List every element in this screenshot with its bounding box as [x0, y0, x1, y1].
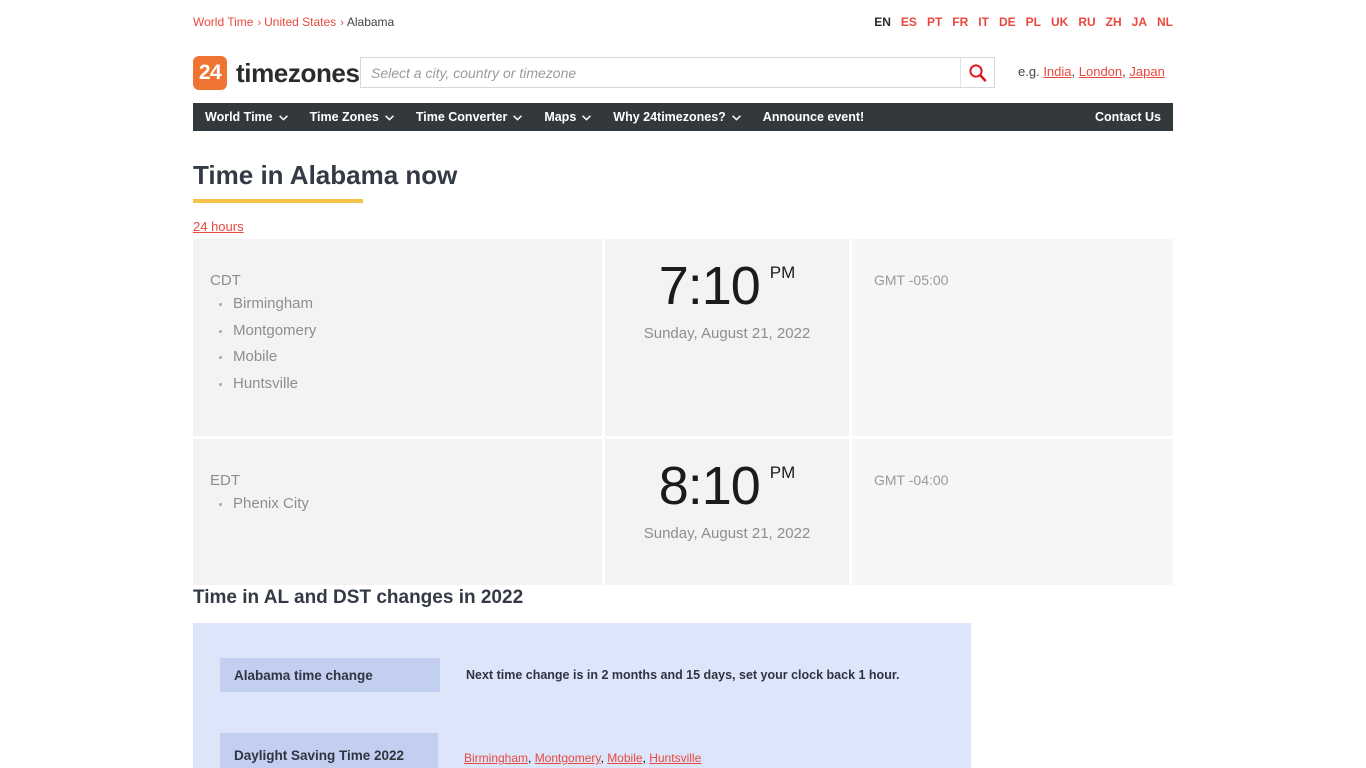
breadcrumb-separator-icon: ›: [340, 17, 344, 29]
nav-item-world-time[interactable]: World Time: [205, 110, 288, 124]
nav-item-time-converter[interactable]: Time Converter: [415, 110, 523, 124]
dst-summer-content: Birmingham, Montgomery, Mobile, Huntsvil…: [438, 733, 838, 768]
clock: 8:10 PM: [659, 457, 796, 515]
nav-label: Maps: [544, 110, 577, 124]
breadcrumb: World Time › United States › Alabama: [193, 13, 394, 32]
timezone-cities-cell: EDT Phenix City: [193, 439, 602, 585]
nav-item-why-24timezones[interactable]: Why 24timezones?: [613, 110, 741, 124]
logo-wordmark: timezones: [236, 57, 360, 88]
clock-date: Sunday, August 21, 2022: [643, 325, 811, 342]
example-japan[interactable]: Japan: [1129, 64, 1164, 79]
timezone-abbreviation: EDT: [210, 472, 240, 489]
dst-city-huntsville[interactable]: Huntsville: [649, 751, 701, 765]
clock-meridiem: PM: [769, 463, 796, 482]
site-logo[interactable]: 24 timezones: [193, 54, 360, 92]
page-root: World Time › United States › Alabama EN ES PT F…: [0, 0, 1366, 768]
timezone-row: EDT Phenix City 8:10 PM Sunday, August 2…: [193, 439, 1173, 585]
clock-time: 8:10: [658, 456, 761, 516]
nav-item-announce-event[interactable]: Announce event!: [763, 110, 864, 124]
language-fr[interactable]: FR: [952, 15, 968, 29]
search-examples: e.g. India, London, Japan: [1018, 64, 1165, 79]
breadcrumb-item-world-time[interactable]: World Time: [193, 15, 253, 29]
dst-city-mobile[interactable]: Mobile: [607, 751, 642, 765]
language-zh[interactable]: ZH: [1106, 15, 1122, 29]
language-es[interactable]: ES: [901, 15, 917, 29]
main-nav: World Time Time Zones Time Converter Map…: [193, 103, 1173, 131]
language-it[interactable]: IT: [978, 15, 989, 29]
dst-city-links: Birmingham, Montgomery, Mobile, Huntsvil…: [464, 751, 702, 765]
dst-panel: Alabama time change Next time change is …: [193, 623, 971, 768]
timezone-offset-cell: GMT -04:00: [852, 439, 1173, 585]
chevron-down-icon: [582, 110, 592, 124]
timezone-rows: CDT Birmingham Montgomery Mobile Huntsvi…: [193, 239, 1173, 588]
dst-change-row: Alabama time change Next time change is …: [220, 658, 899, 692]
gmt-offset: GMT -05:00: [874, 272, 949, 288]
timezone-offset-cell: GMT -05:00: [852, 239, 1173, 436]
example-india[interactable]: India: [1043, 64, 1071, 79]
nav-item-maps[interactable]: Maps: [544, 110, 592, 124]
timezone-cities-cell: CDT Birmingham Montgomery Mobile Huntsvi…: [193, 239, 602, 436]
search-button[interactable]: [960, 58, 994, 87]
list-item[interactable]: Montgomery: [210, 318, 602, 345]
nav-item-time-zones[interactable]: Time Zones: [310, 110, 394, 124]
dst-city-birmingham[interactable]: Birmingham: [464, 751, 528, 765]
city-list: Birmingham Montgomery Mobile Huntsville: [210, 291, 602, 397]
clock-date: Sunday, August 21, 2022: [643, 525, 811, 542]
chevron-down-icon: [278, 110, 288, 124]
timezone-abbreviation: CDT: [210, 272, 241, 289]
nav-label: Contact Us: [1095, 110, 1161, 124]
city-list: Phenix City: [210, 491, 602, 518]
dst-summer-row: Daylight Saving Time 2022 (Summer Time) …: [220, 733, 838, 768]
search-box[interactable]: [360, 57, 995, 88]
search-icon: [969, 64, 987, 82]
breadcrumb-current: Alabama: [346, 15, 395, 29]
section-title: Time in AL and DST changes in 2022: [193, 587, 524, 608]
chevron-down-icon: [513, 110, 523, 124]
timezone-clock-cell: 7:10 PM Sunday, August 21, 2022: [605, 239, 849, 436]
dst-change-label: Alabama time change: [220, 658, 440, 692]
header-row: 24 timezones e.g. India, London, Japan: [193, 54, 1173, 92]
clock-time: 7:10: [658, 256, 761, 316]
breadcrumb-item-united-states[interactable]: United States: [264, 15, 336, 29]
language-pl[interactable]: PL: [1026, 15, 1041, 29]
list-item[interactable]: Phenix City: [210, 491, 602, 518]
language-nl[interactable]: NL: [1157, 15, 1173, 29]
chevron-down-icon: [731, 110, 741, 124]
top-bar: World Time › United States › Alabama EN ES PT F…: [193, 13, 1173, 33]
logo-badge: 24: [193, 56, 227, 90]
clock-meridiem: PM: [769, 263, 796, 282]
language-ja[interactable]: JA: [1132, 15, 1147, 29]
nav-label: Time Zones: [309, 110, 379, 124]
language-uk[interactable]: UK: [1051, 15, 1068, 29]
nav-label: World Time: [205, 110, 273, 124]
24-hours-link[interactable]: 24 hours: [193, 219, 244, 234]
nav-label: Time Converter: [415, 110, 508, 124]
nav-label: Why 24timezones?: [613, 110, 726, 124]
list-item[interactable]: Mobile: [210, 344, 602, 371]
list-item[interactable]: Birmingham: [210, 291, 602, 318]
breadcrumb-separator-icon: ›: [257, 17, 262, 29]
chevron-down-icon: [384, 110, 394, 124]
language-en[interactable]: EN: [874, 15, 891, 29]
timezone-clock-cell: 8:10 PM Sunday, August 21, 2022: [605, 439, 849, 585]
gmt-offset: GMT -04:00: [874, 472, 949, 488]
clock: 7:10 PM: [659, 257, 796, 315]
nav-item-contact-us[interactable]: Contact Us: [1095, 110, 1161, 124]
nav-label: Announce event!: [762, 110, 865, 124]
search-input[interactable]: [361, 58, 960, 87]
language-de[interactable]: DE: [999, 15, 1016, 29]
page-title: Time in Alabama now: [193, 160, 458, 190]
timezone-row: CDT Birmingham Montgomery Mobile Huntsvi…: [193, 239, 1173, 436]
language-ru[interactable]: RU: [1078, 15, 1095, 29]
dst-city-montgomery[interactable]: Montgomery: [535, 751, 601, 765]
example-london[interactable]: London: [1079, 64, 1122, 79]
language-switcher: EN ES PT FR IT DE PL UK RU ZH JA NL: [874, 13, 1173, 31]
dst-change-text: Next time change is in 2 months and 15 d…: [466, 668, 900, 682]
list-item[interactable]: Huntsville: [210, 371, 602, 398]
dst-summer-label: Daylight Saving Time 2022 (Summer Time): [220, 733, 438, 768]
examples-label: e.g.: [1018, 64, 1040, 79]
language-pt[interactable]: PT: [927, 15, 942, 29]
title-underline: [193, 199, 363, 203]
